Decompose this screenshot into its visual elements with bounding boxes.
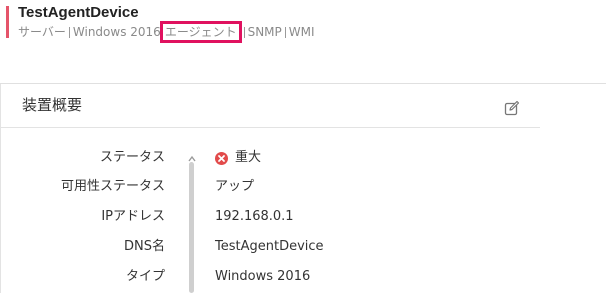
- critical-status-icon: [215, 151, 228, 165]
- tag-separator: [68, 26, 70, 38]
- scrollbar-thumb[interactable]: [189, 162, 194, 293]
- tag-separator: [284, 26, 286, 38]
- tag-windows-2016[interactable]: Windows 2016: [73, 24, 161, 40]
- panel-title: 装置概要: [22, 96, 83, 114]
- row-value-status: 重大: [215, 149, 261, 167]
- device-tag-list: サーバー Windows 2016 エージェント SNMP WMI: [18, 21, 315, 43]
- tag-separator: [243, 26, 245, 38]
- tag-server[interactable]: サーバー: [18, 24, 66, 40]
- panel-header: 装置概要: [0, 84, 540, 128]
- device-header: TestAgentDevice サーバー Windows 2016 エージェント…: [0, 0, 606, 46]
- row-label-ip-address: IPアドレス: [101, 209, 165, 224]
- accent-bar: [6, 6, 9, 38]
- row-value-dns-name: TestAgentDevice: [215, 239, 324, 254]
- row-label-availability: 可用性ステータス: [60, 179, 165, 194]
- tag-agent[interactable]: エージェント: [159, 21, 242, 43]
- row-value-availability: アップ: [215, 179, 255, 194]
- row-label-type: タイプ: [125, 269, 165, 284]
- row-value-type: Windows 2016: [215, 269, 311, 284]
- row-value-ip-address: 192.168.0.1: [215, 209, 294, 224]
- edit-icon[interactable]: [504, 100, 520, 116]
- row-label-dns-name: DNS名: [124, 239, 165, 254]
- scroll-up-arrow-icon[interactable]: [188, 148, 196, 162]
- scrollbar[interactable]: [187, 148, 197, 293]
- tag-wmi[interactable]: WMI: [289, 24, 315, 40]
- row-label-status: ステータス: [99, 150, 165, 165]
- status-value: 重大: [235, 150, 262, 165]
- device-title: TestAgentDevice: [18, 4, 139, 21]
- tag-snmp[interactable]: SNMP: [248, 24, 282, 40]
